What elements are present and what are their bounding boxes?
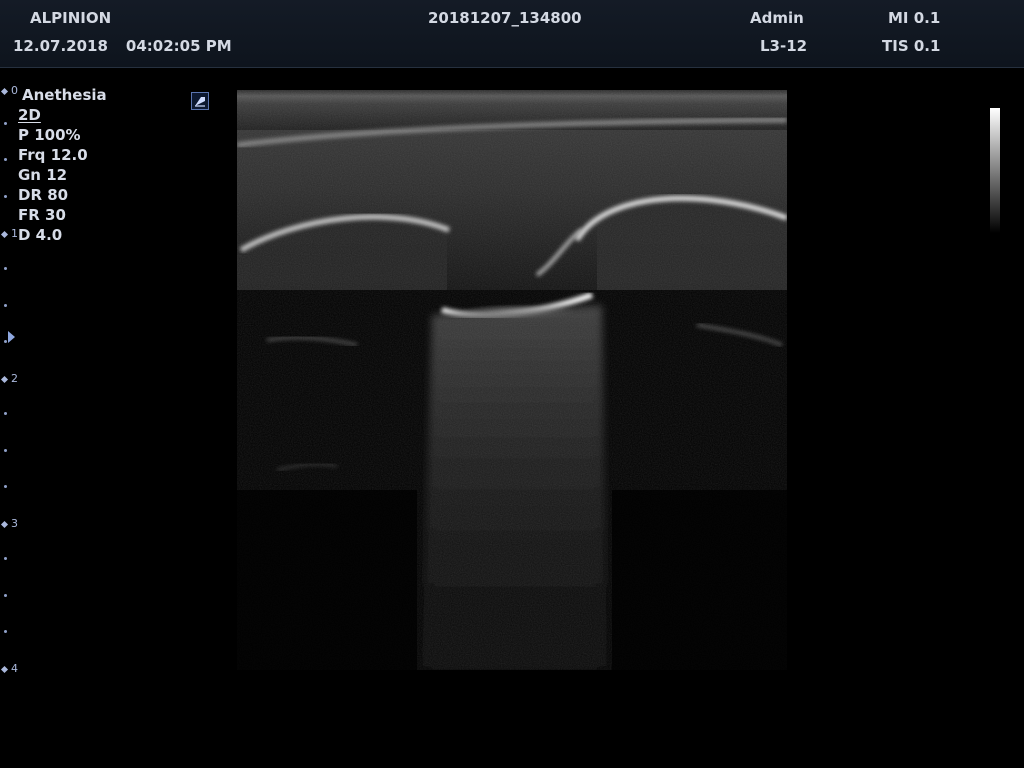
depth-mark-1: 1 (0, 228, 18, 240)
depth-tick (4, 340, 7, 343)
brand-label: ALPINION (30, 9, 112, 27)
probe-orientation-icon (191, 92, 209, 110)
focus-marker-icon[interactable] (8, 331, 15, 343)
depth-tick (4, 195, 7, 198)
mechanical-index: MI 0.1 (888, 9, 941, 27)
parameter-panel: Anethesia 2D P 100% Frq 12.0 Gn 12 DR 80… (18, 85, 178, 245)
exam-datetime: 12.07.2018 04:02:05 PM (13, 37, 232, 55)
patient-id: 20181207_134800 (428, 9, 582, 27)
gain-value: Gn 12 (18, 166, 68, 184)
depth-diamond-icon (0, 520, 9, 528)
depth-tick (4, 485, 7, 488)
depth-mark-3: 3 (0, 518, 18, 530)
depth-mark-2: 2 (0, 373, 18, 385)
frequency-value: Frq 12.0 (18, 146, 88, 164)
depth-diamond-icon (0, 375, 9, 383)
preset-label: Anethesia (22, 86, 107, 104)
gray-scale-bar (990, 108, 1000, 233)
power-value: P 100% (18, 126, 81, 144)
depth-value: D 4.0 (18, 226, 63, 244)
depth-tick (4, 412, 7, 415)
depth-diamond-icon (0, 87, 9, 95)
depth-tick (4, 594, 7, 597)
depth-diamond-icon (0, 230, 9, 238)
exam-time: 04:02:05 PM (125, 37, 232, 55)
mode-label: 2D (18, 106, 41, 124)
exam-date: 12.07.2018 (13, 37, 108, 55)
frame-rate-value: FR 30 (18, 206, 66, 224)
depth-tick (4, 122, 7, 125)
operator-name: Admin (750, 9, 804, 27)
depth-tick (4, 158, 7, 161)
probe-name: L3-12 (760, 37, 808, 55)
ultrasound-image[interactable] (237, 90, 787, 670)
depth-diamond-icon (0, 665, 9, 673)
depth-tick (4, 449, 7, 452)
depth-mark-0: 0 (0, 85, 18, 97)
thermal-index: TIS 0.1 (882, 37, 941, 55)
depth-tick (4, 267, 7, 270)
depth-tick (4, 630, 7, 633)
depth-tick (4, 557, 7, 560)
depth-tick (4, 304, 7, 307)
depth-mark-4: 4 (0, 663, 18, 675)
header-bar: ALPINION 12.07.2018 04:02:05 PM 20181207_… (0, 0, 1024, 68)
dynamic-range-value: DR 80 (18, 186, 69, 204)
